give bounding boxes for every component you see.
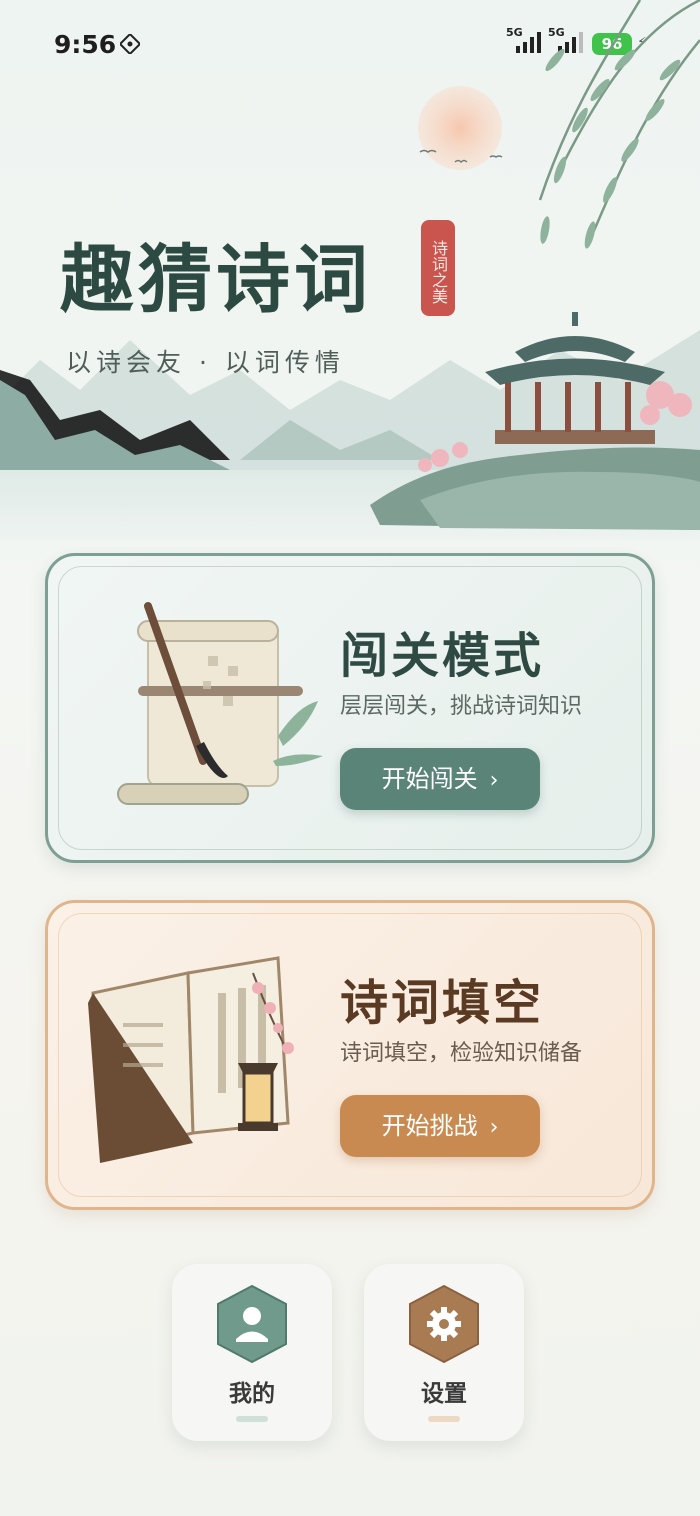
challenge-mode-title: 闯关模式 (340, 628, 545, 684)
start-challenge-label: 开始闯关 (381, 765, 478, 793)
app-subtitle: 以诗会友 · 以词传情 (66, 348, 345, 377)
profile-label: 我的 (229, 1381, 275, 1407)
book-lantern-illustration (88, 956, 294, 1163)
gear-icon (409, 1284, 479, 1364)
challenge-mode-card[interactable]: 闯关模式 层层闯关，挑战诗词知识 开始闯关 › (45, 553, 655, 863)
fill-blank-description: 诗词填空，检验知识储备 (340, 1041, 583, 1066)
settings-tile[interactable]: 设置 (364, 1264, 524, 1441)
app-title: 趣猜诗词 (60, 237, 372, 323)
title-seal: 诗词之美 (421, 220, 455, 316)
fill-blank-title: 诗词填空 (340, 975, 545, 1031)
user-icon (217, 1284, 287, 1364)
chevron-right-icon: › (489, 768, 499, 793)
start-challenge-button[interactable]: 开始闯关 › (340, 748, 540, 810)
start-fill-blank-label: 开始挑战 (381, 1112, 478, 1140)
settings-label: 设置 (421, 1381, 467, 1407)
challenge-mode-description: 层层闯关，挑战诗词知识 (340, 694, 583, 719)
tile-indicator (428, 1416, 460, 1422)
tile-indicator (236, 1416, 268, 1422)
scroll-brush-illustration (117, 602, 323, 805)
chevron-right-icon: › (489, 1115, 499, 1140)
profile-tile[interactable]: 我的 (172, 1264, 332, 1441)
start-fill-blank-button[interactable]: 开始挑战 › (340, 1095, 540, 1157)
fill-blank-card[interactable]: 诗词填空 诗词填空，检验知识储备 开始挑战 › (45, 900, 655, 1210)
